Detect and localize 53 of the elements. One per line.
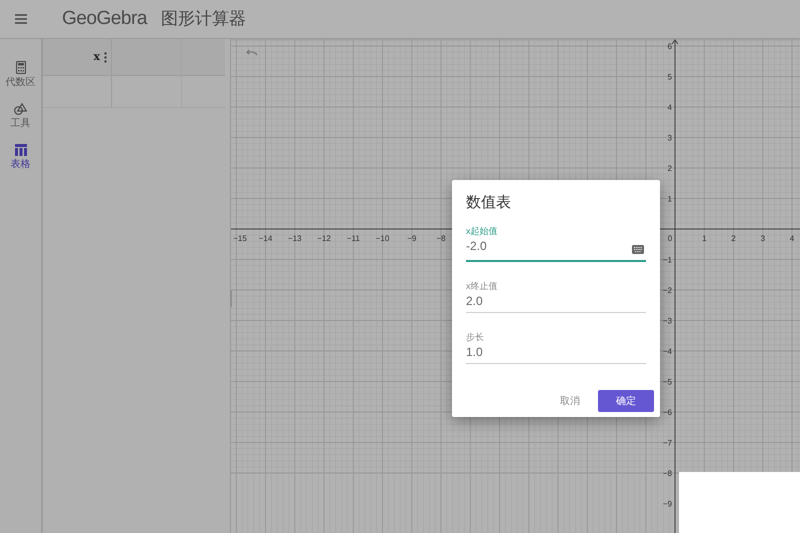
axis-label: 3 — [760, 234, 766, 243]
menu-icon[interactable] — [15, 14, 27, 24]
field-value: 1.0 — [466, 344, 483, 360]
column-header: x — [93, 48, 100, 65]
axis-label: 2 — [731, 234, 736, 243]
field-label: x起始值 — [466, 224, 498, 236]
axis-label: 5 — [668, 72, 672, 82]
axis-label: −7 — [662, 438, 672, 448]
calculator-icon — [16, 61, 26, 74]
shapes-icon — [14, 103, 27, 115]
axis-label: 4 — [668, 103, 672, 112]
axis-label: 1 — [668, 194, 672, 204]
resize-handle[interactable] — [230, 290, 232, 307]
dialog-title: 数值表 — [466, 193, 512, 213]
app-title: 图形计算器 — [160, 8, 246, 30]
input-field[interactable]: x起始值 -2.0 — [466, 220, 646, 262]
axis-label: −2 — [662, 286, 672, 295]
sidebar-tab[interactable]: 工具 — [0, 101, 40, 132]
input-field[interactable]: x终止值 2.0 — [466, 262, 646, 312]
keyboard-icon[interactable] — [632, 244, 644, 254]
sidebar-tab[interactable]: 表格 — [0, 142, 40, 173]
axis-label: 2 — [668, 164, 672, 173]
axis-label: −9 — [662, 500, 672, 508]
axis-label: −4 — [662, 347, 672, 356]
field-value: 2.0 — [466, 292, 483, 308]
axis-label: −12 — [317, 234, 331, 243]
axis-label: −6 — [662, 408, 672, 417]
axis-label: 1 — [702, 234, 707, 243]
axis-label: −10 — [376, 234, 390, 243]
field-label: 步长 — [466, 330, 485, 342]
axis-label: −9 — [407, 234, 416, 243]
more-icon[interactable] — [104, 52, 107, 62]
axis-label: −14 — [258, 234, 272, 243]
cancel-button[interactable]: 取消 — [558, 390, 582, 412]
axis-label: −3 — [662, 316, 672, 326]
axis-label: 6 — [668, 42, 672, 51]
axis-label: −15 — [233, 234, 247, 243]
axis-label: −11 — [346, 234, 360, 243]
table-icon — [14, 144, 26, 156]
sidebar-tab[interactable]: 代数区 — [0, 59, 40, 91]
logo: GeoGebra — [62, 6, 147, 31]
axis-label: 4 — [790, 234, 794, 243]
axis-label: −5 — [662, 378, 672, 386]
axis-label: −13 — [288, 234, 302, 243]
axis-label: 0 — [668, 234, 672, 243]
input-field[interactable]: 步长 1.0 — [466, 312, 646, 364]
axis-label: −1 — [662, 256, 672, 264]
confirm-button[interactable]: 确定 — [598, 390, 654, 412]
axis-label: −8 — [436, 234, 446, 243]
field-value: -2.0 — [466, 238, 487, 254]
axis-label: 3 — [668, 134, 672, 142]
axis-label: −8 — [662, 469, 672, 478]
field-label: x终止值 — [466, 280, 498, 292]
